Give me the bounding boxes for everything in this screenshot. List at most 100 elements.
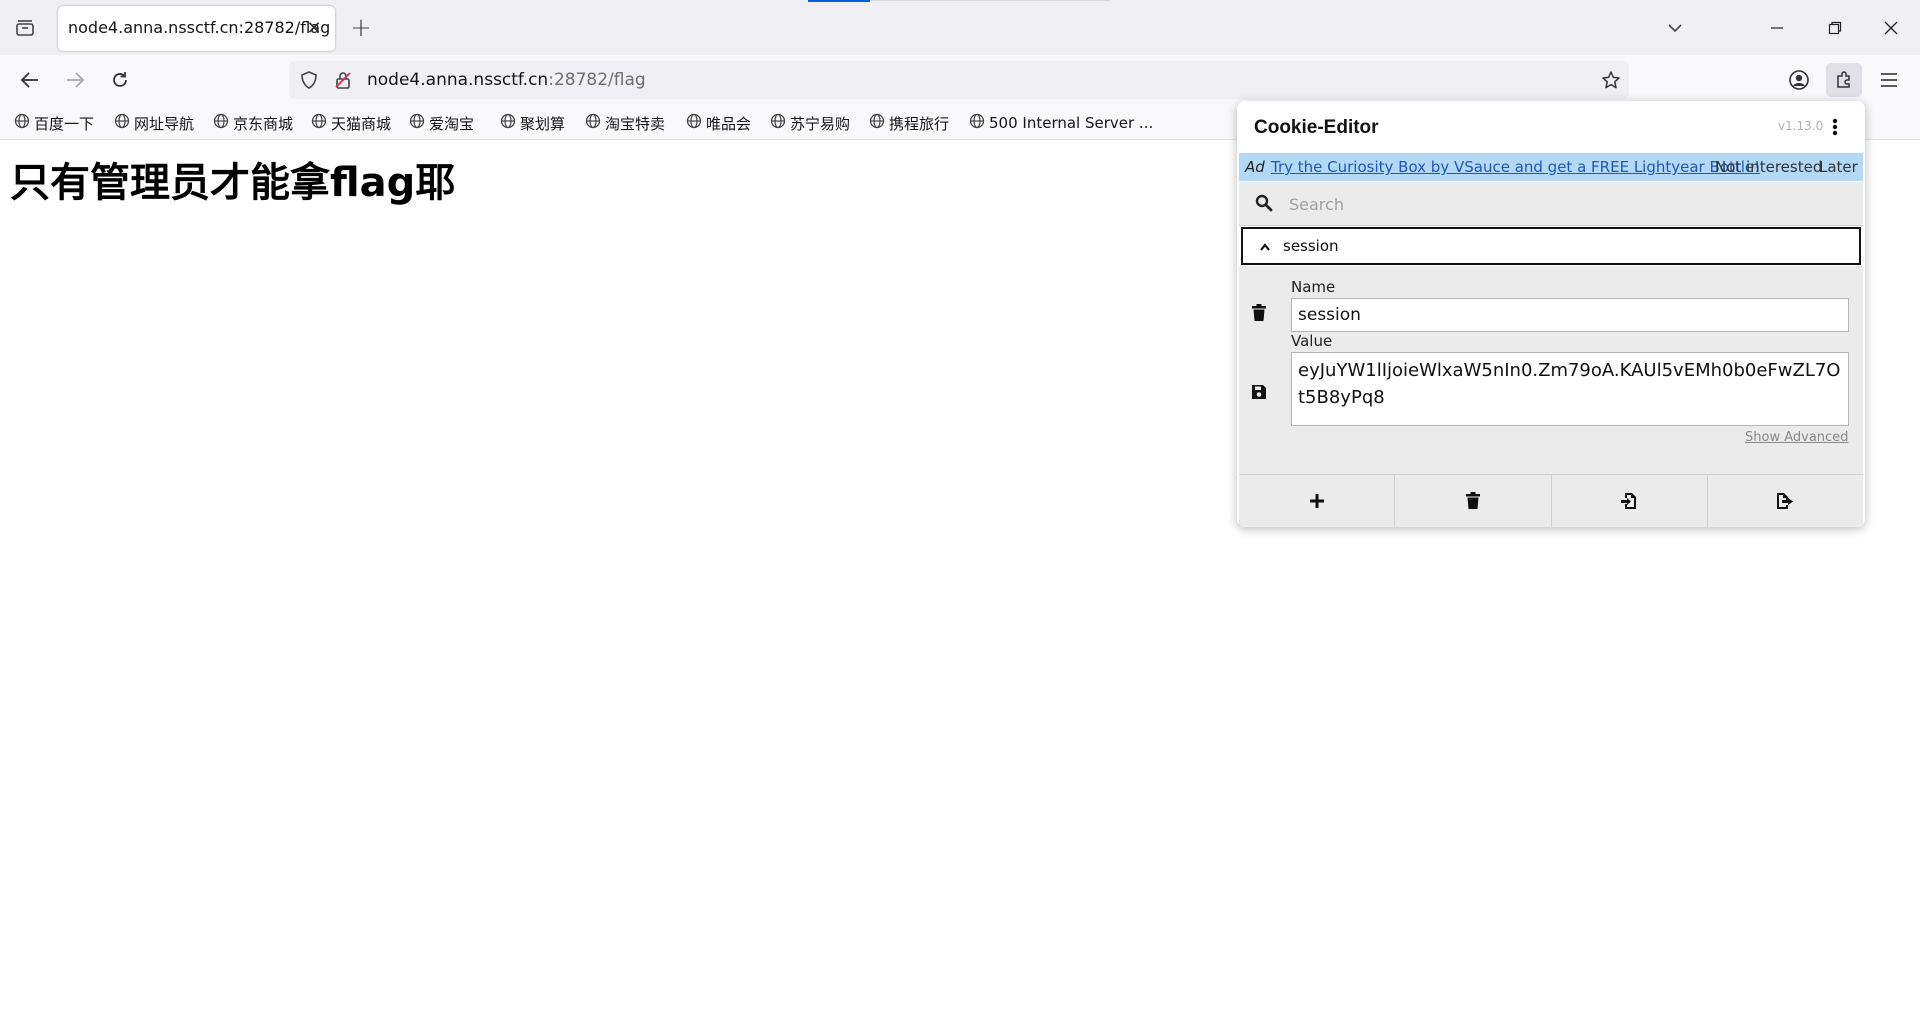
ad-banner: Ad Try the Curiosity Box by VSauce and g…	[1239, 153, 1863, 181]
save-cookie-floppy-icon[interactable]	[1251, 384, 1271, 406]
account-button[interactable]	[1781, 63, 1817, 97]
cookie-name-label: Name	[1291, 278, 1336, 296]
export-file-icon	[1777, 493, 1794, 509]
app-menu-button[interactable]	[1871, 63, 1907, 97]
bookmark-label: 聚划算	[520, 114, 566, 133]
delete-cookie-trash-icon[interactable]	[1251, 304, 1271, 326]
forward-button[interactable]	[57, 63, 93, 97]
import-file-icon	[1621, 493, 1637, 509]
bookmark-item[interactable]: 百度一下	[14, 112, 94, 134]
import-button[interactable]	[1552, 475, 1708, 527]
bookmark-label: 百度一下	[34, 114, 95, 133]
globe-icon	[686, 113, 702, 133]
list-all-tabs-button[interactable]	[10, 14, 40, 42]
cookie-value-label: Value	[1291, 332, 1333, 350]
page-heading: 只有管理员才能拿flag耶	[10, 160, 456, 206]
ad-link[interactable]: Try the Curiosity Box by VSauce and get …	[1271, 158, 1760, 176]
popup-footer-toolbar	[1239, 474, 1863, 527]
globe-icon	[14, 113, 30, 133]
url-bar[interactable]: node4.anna.nssctf.cn:28782/flag	[289, 61, 1629, 99]
globe-icon	[409, 113, 425, 133]
globe-icon	[114, 113, 130, 133]
popup-menu-button[interactable]	[1825, 115, 1845, 139]
bookmark-item[interactable]: 京东商城	[213, 112, 293, 134]
search-input[interactable]	[1287, 190, 1847, 218]
ad-not-interested-button[interactable]: Not interested	[1715, 158, 1822, 176]
cookie-header-name: session	[1283, 237, 1339, 255]
bookmark-star-icon[interactable]	[1601, 70, 1621, 94]
show-advanced-link[interactable]: Show Advanced	[1745, 430, 1848, 445]
bookmark-label: 淘宝特卖	[605, 114, 666, 133]
tracking-protection-shield-icon[interactable]	[299, 70, 319, 94]
tab-strip: node4.anna.nssctf.cn:28782/flag ✕ +	[0, 0, 1920, 55]
cookie-header-session[interactable]: session	[1241, 227, 1861, 265]
cookie-name-field[interactable]	[1291, 298, 1849, 332]
window-restore-button[interactable]	[1818, 14, 1852, 42]
tab-title: node4.anna.nssctf.cn:28782/flag	[68, 18, 331, 37]
extensions-button[interactable]	[1826, 63, 1862, 97]
back-button[interactable]	[12, 63, 48, 97]
window-minimize-button[interactable]	[1760, 14, 1794, 42]
add-cookie-button[interactable]	[1239, 475, 1396, 527]
tab-overflow-chevron-icon[interactable]	[1660, 14, 1690, 42]
bookmark-item[interactable]: 淘宝特卖	[585, 112, 665, 134]
bookmark-label: 京东商城	[233, 114, 294, 133]
bookmark-label: 爱淘宝	[429, 114, 475, 133]
reload-icon	[113, 72, 127, 87]
bookmark-item[interactable]: 苏宁易购	[770, 112, 850, 134]
globe-icon	[770, 113, 786, 133]
puzzle-icon	[1837, 71, 1850, 88]
url-path: :28782/flag	[548, 70, 646, 90]
bookmark-label: 网址导航	[134, 114, 195, 133]
plus-icon	[1309, 494, 1324, 508]
kebab-menu-icon	[1832, 118, 1838, 136]
bookmark-item[interactable]: 500 Internal Server ...	[969, 112, 1153, 134]
account-icon	[1789, 70, 1809, 90]
window-close-button[interactable]	[1874, 14, 1908, 42]
bookmark-item[interactable]: 爱淘宝	[409, 112, 474, 134]
globe-icon	[311, 113, 327, 133]
trash-icon	[1465, 492, 1480, 509]
search-bar	[1239, 182, 1863, 226]
url-host: node4.anna.nssctf.cn	[367, 70, 549, 90]
cookie-details: Name Value eyJuYW1lIjoieWlxaW5nIn0.Zm79o…	[1239, 266, 1863, 474]
globe-icon	[213, 113, 229, 133]
insecure-lock-icon[interactable]	[333, 70, 353, 94]
export-button[interactable]	[1708, 475, 1863, 527]
new-tab-button[interactable]: +	[346, 13, 376, 43]
reload-button[interactable]	[102, 63, 138, 97]
popup-version: v1.13.0	[1778, 119, 1824, 133]
ad-later-button[interactable]: Later	[1819, 158, 1858, 176]
arrow-right-icon	[67, 72, 85, 88]
popup-title: Cookie-Editor	[1254, 117, 1379, 138]
bookmark-item[interactable]: 携程旅行	[869, 112, 949, 134]
bookmark-item[interactable]: 唯品会	[686, 112, 751, 134]
bookmark-label: 苏宁易购	[790, 114, 851, 133]
cookie-editor-popup: Cookie-Editor v1.13.0 Ad Try the Curiosi…	[1237, 101, 1865, 527]
bookmark-item[interactable]: 聚划算	[500, 112, 565, 134]
delete-all-button[interactable]	[1395, 475, 1552, 527]
bookmark-label: 天猫商城	[331, 114, 392, 133]
globe-icon	[869, 113, 885, 133]
bookmark-item[interactable]: 网址导航	[114, 112, 194, 134]
url-text[interactable]: node4.anna.nssctf.cn:28782/flag	[367, 70, 646, 90]
search-icon	[1255, 194, 1275, 214]
bookmark-label: 携程旅行	[889, 114, 950, 133]
tab-strip-divider	[870, 0, 1110, 1]
navigation-toolbar: node4.anna.nssctf.cn:28782/flag	[0, 55, 1920, 106]
bookmark-label: 唯品会	[706, 114, 752, 133]
bookmark-label: 500 Internal Server ...	[989, 114, 1154, 132]
ad-tag: Ad	[1245, 158, 1265, 176]
browser-tab[interactable]: node4.anna.nssctf.cn:28782/flag ✕	[58, 6, 335, 51]
tab-close-icon[interactable]: ✕	[302, 16, 326, 40]
hamburger-menu-icon	[1881, 73, 1897, 87]
globe-icon	[969, 113, 985, 133]
globe-icon	[585, 113, 601, 133]
cookie-value-field[interactable]: eyJuYW1lIjoieWlxaW5nIn0.Zm79oA.KAUl5vEMh…	[1291, 352, 1849, 426]
chevron-up-icon	[1255, 237, 1275, 257]
tab-list-icon	[16, 20, 34, 36]
globe-icon	[500, 113, 516, 133]
bookmark-item[interactable]: 天猫商城	[311, 112, 391, 134]
arrow-left-icon	[20, 72, 38, 88]
tab-loading-indicator	[808, 0, 870, 2]
